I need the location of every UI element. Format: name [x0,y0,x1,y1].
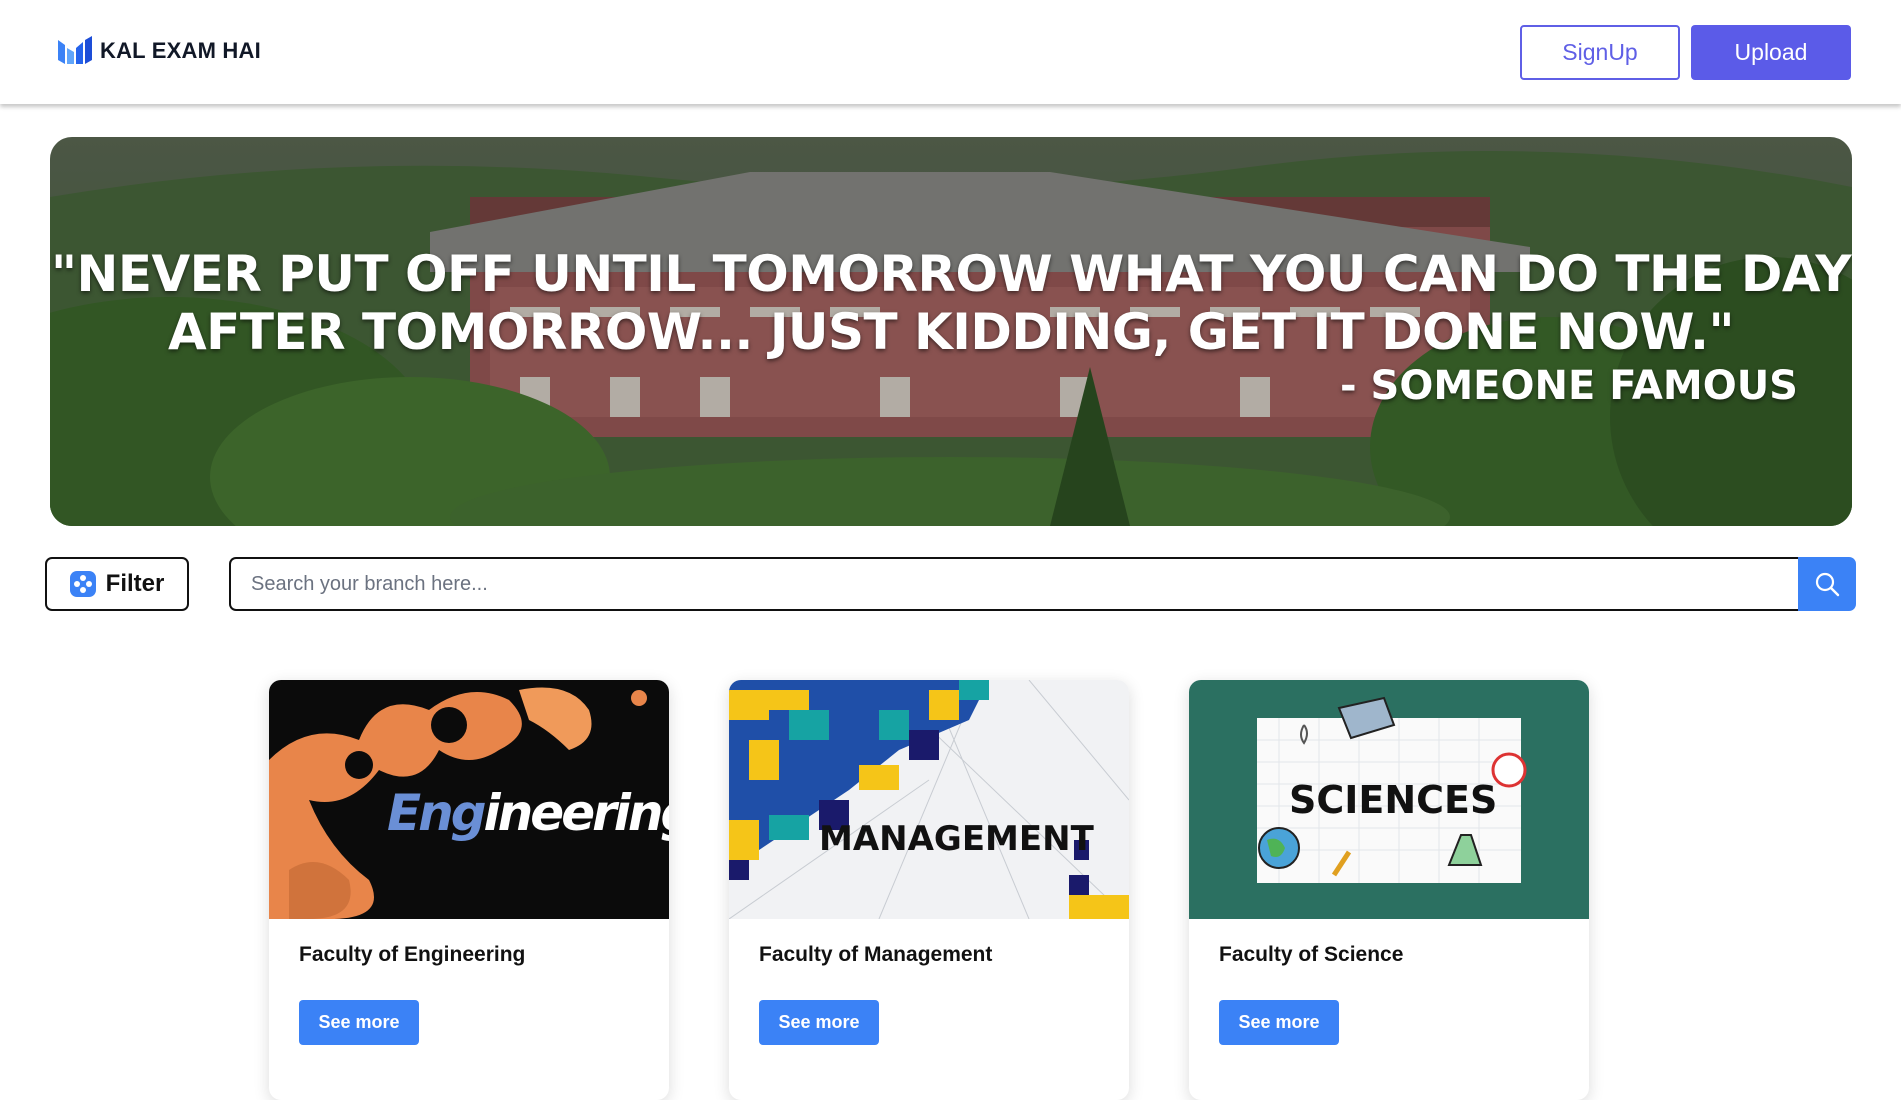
upload-button[interactable]: Upload [1691,25,1851,80]
card-title: Faculty of Engineering [299,943,526,966]
faculty-card-science: SCIENCES Faculty of Science See more [1189,680,1589,1100]
brand-name: KAL EXAM HAI [100,38,261,63]
card-title: Faculty of Management [759,943,993,966]
brand-logo-icon [58,36,92,64]
filter-icon [69,571,96,597]
engineering-image-text-eng: Eng [387,784,486,842]
faculty-card-management: MANAGEMENT Faculty of Management See mor… [729,680,1129,1100]
engineering-image: Engineering [269,680,669,919]
banner-quote: "NEVER PUT OFF UNTIL TOMORROW WHAT YOU C… [50,245,1852,361]
banner-quote-line-1: "NEVER PUT OFF UNTIL TOMORROW WHAT YOU C… [50,245,1852,303]
management-image-text: MANAGEMENT [819,819,1095,859]
see-more-button[interactable]: See more [759,1000,879,1045]
banner-quote-line-2: AFTER TOMORROW... JUST KIDDING, GET IT D… [167,303,1735,361]
top-navbar: KAL EXAM HAI SignUp Upload [0,0,1901,104]
engineering-image-text-ineering: ineering [484,784,669,842]
search-input[interactable] [229,557,1799,611]
signup-button[interactable]: SignUp [1520,25,1680,80]
filter-label: Filter [105,570,165,597]
brand[interactable]: KAL EXAM HAI [56,36,261,66]
svg-text:Engineering: Engineering [387,784,669,842]
filter-button[interactable]: Filter [45,557,189,611]
hero-banner: "NEVER PUT OFF UNTIL TOMORROW WHAT YOU C… [50,137,1852,526]
faculty-card-engineering: Engineering Faculty of Engineering See m… [269,680,669,1100]
see-more-button[interactable]: See more [299,1000,419,1045]
science-image: SCIENCES [1189,680,1589,919]
see-more-button[interactable]: See more [1219,1000,1339,1045]
banner-author: - SOMEONE FAMOUS [1340,363,1798,409]
science-image-text: SCIENCES [1289,778,1497,822]
card-title: Faculty of Science [1219,943,1404,966]
management-image: MANAGEMENT [729,680,1129,919]
search-icon [1815,572,1840,597]
search-button[interactable] [1798,557,1856,611]
